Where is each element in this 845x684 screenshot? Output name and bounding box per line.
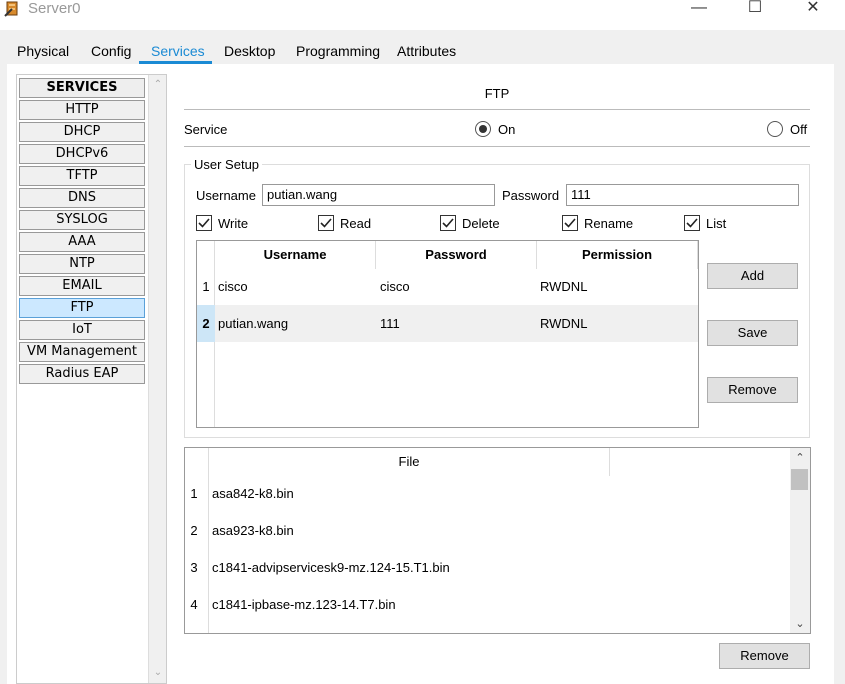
user-permission: RWDNL <box>540 279 588 294</box>
password-input[interactable]: 111 <box>566 184 799 206</box>
service-label: Service <box>184 122 228 137</box>
remove-user-button[interactable]: Remove <box>707 377 798 403</box>
service-dns[interactable]: DNS <box>19 188 145 208</box>
scroll-down-icon[interactable]: ⌄ <box>794 617 806 630</box>
column-header-permission[interactable]: Permission <box>537 241 698 269</box>
scroll-up-icon[interactable]: ⌃ <box>794 451 806 464</box>
service-dhcp[interactable]: DHCP <box>19 122 145 142</box>
row-number: 1 <box>202 279 210 294</box>
file-row[interactable]: 2 asa923-k8.bin <box>185 512 790 549</box>
column-header-file[interactable]: File <box>209 448 610 476</box>
tab-services[interactable]: Services <box>151 43 205 59</box>
user-username: putian.wang <box>218 316 289 331</box>
rename-checkbox[interactable] <box>562 215 578 231</box>
close-button[interactable]: ✕ <box>790 0 836 20</box>
title-bar: Server0 — ☐ ✕ <box>0 0 845 30</box>
service-dhcpv6[interactable]: DHCPv6 <box>19 144 145 164</box>
user-username: cisco <box>218 279 248 294</box>
service-on-label: On <box>498 122 516 137</box>
list-label: List <box>706 216 727 231</box>
sidebar-scrollbar[interactable]: ⌃ ⌄ <box>148 75 166 683</box>
service-vm-management[interactable]: VM Management <box>19 342 145 362</box>
scroll-up-icon[interactable]: ⌃ <box>152 79 164 91</box>
add-button[interactable]: Add <box>707 263 798 289</box>
tab-programming[interactable]: Programming <box>296 43 380 59</box>
file-name: asa923-k8.bin <box>212 523 294 538</box>
write-label: Write <box>218 216 249 231</box>
tab-config[interactable]: Config <box>91 43 131 59</box>
remove-file-button[interactable]: Remove <box>719 643 810 669</box>
divider <box>184 146 810 147</box>
file-name: c1841-ipbase-mz.123-14.T7.bin <box>212 597 396 612</box>
delete-checkbox[interactable] <box>440 215 456 231</box>
file-row[interactable]: 4 c1841-ipbase-mz.123-14.T7.bin <box>185 586 790 623</box>
read-label: Read <box>340 216 372 231</box>
file-list-scrollbar[interactable]: ⌃ ⌄ <box>790 448 810 633</box>
column-header-password[interactable]: Password <box>376 241 537 269</box>
divider <box>184 109 810 110</box>
user-setup-legend: User Setup <box>191 157 263 172</box>
row-number: 3 <box>190 560 198 575</box>
users-table: Username Password Permission 1 cisco cis… <box>196 240 699 428</box>
write-checkbox[interactable] <box>196 215 212 231</box>
file-name: c1841-advipservicesk9-mz.124-15.T1.bin <box>212 560 450 575</box>
tab-bar: Physical Config Services Desktop Program… <box>0 30 845 66</box>
ftp-title: FTP <box>484 86 510 101</box>
tab-attributes[interactable]: Attributes <box>397 43 456 59</box>
maximize-button[interactable]: ☐ <box>732 0 778 20</box>
service-ntp[interactable]: NTP <box>19 254 145 274</box>
file-row[interactable]: 3 c1841-advipservicesk9-mz.124-15.T1.bin <box>185 549 790 586</box>
minimize-button[interactable]: — <box>676 0 722 20</box>
service-on-radio[interactable] <box>475 121 491 137</box>
service-http[interactable]: HTTP <box>19 100 145 120</box>
server-app-icon <box>4 1 18 17</box>
service-email[interactable]: EMAIL <box>19 276 145 296</box>
row-number: 2 <box>197 305 215 342</box>
user-password: 111 <box>380 316 400 331</box>
service-off-radio[interactable] <box>767 121 783 137</box>
table-row-selected[interactable]: 2 putian.wang 111 RWDNL <box>197 305 698 342</box>
row-number: 1 <box>190 486 198 501</box>
username-input[interactable]: putian.wang <box>262 184 495 206</box>
password-label: Password <box>502 188 560 203</box>
services-header: SERVICES <box>19 78 145 98</box>
user-permission: RWDNL <box>540 316 588 331</box>
service-aaa[interactable]: AAA <box>19 232 145 252</box>
file-table: File 1 asa842-k8.bin 2 asa923-k8.bin 3 c… <box>184 447 811 634</box>
save-button[interactable]: Save <box>707 320 798 346</box>
read-checkbox[interactable] <box>318 215 334 231</box>
scrollbar-thumb[interactable] <box>791 469 808 490</box>
scroll-down-icon[interactable]: ⌄ <box>152 667 164 679</box>
user-password: cisco <box>380 279 410 294</box>
service-iot[interactable]: IoT <box>19 320 145 340</box>
tab-desktop[interactable]: Desktop <box>224 43 275 59</box>
service-tftp[interactable]: TFTP <box>19 166 145 186</box>
service-ftp[interactable]: FTP <box>19 298 145 318</box>
list-checkbox[interactable] <box>684 215 700 231</box>
service-radius-eap[interactable]: Radius EAP <box>19 364 145 384</box>
delete-label: Delete <box>462 216 500 231</box>
services-list: SERVICES HTTP DHCP DHCPv6 TFTP DNS SYSLO… <box>19 78 145 386</box>
table-row[interactable]: 1 cisco cisco RWDNL <box>197 268 698 305</box>
services-sidebar: SERVICES HTTP DHCP DHCPv6 TFTP DNS SYSLO… <box>16 74 167 684</box>
row-number: 4 <box>190 597 198 612</box>
rename-label: Rename <box>584 216 634 231</box>
service-off-label: Off <box>790 122 808 137</box>
file-name: asa842-k8.bin <box>212 486 294 501</box>
file-row[interactable]: 1 asa842-k8.bin <box>185 475 790 512</box>
row-number: 2 <box>190 523 198 538</box>
service-syslog[interactable]: SYSLOG <box>19 210 145 230</box>
username-label: Username <box>196 188 256 203</box>
column-header-username[interactable]: Username <box>215 241 376 269</box>
tab-physical[interactable]: Physical <box>17 43 69 59</box>
window-title: Server0 <box>28 0 81 17</box>
